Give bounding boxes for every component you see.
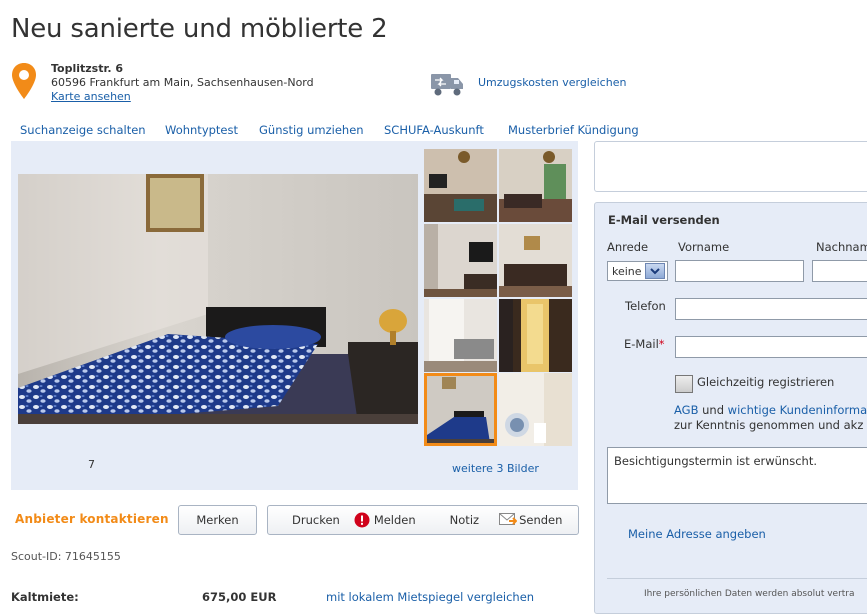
gallery-thumbnail[interactable]	[499, 373, 572, 446]
merken-label: Merken	[196, 513, 239, 527]
nav-link-guenstig-umziehen[interactable]: Günstig umziehen	[259, 123, 384, 137]
location-pin-icon	[12, 63, 36, 99]
required-marker: *	[658, 337, 665, 351]
divider	[607, 578, 867, 579]
nachname-field[interactable]	[812, 260, 867, 282]
nav-link-schufa[interactable]: SCHUFA-Auskunft	[384, 123, 508, 137]
privacy-notice: Ihre persönlichen Daten werden absolut v…	[644, 589, 855, 599]
warning-icon	[354, 512, 370, 528]
moving-truck-icon[interactable]	[430, 70, 464, 98]
anrede-label: Anrede	[607, 240, 649, 254]
sidebar-top-box	[594, 141, 867, 192]
gallery-thumbnail[interactable]	[499, 149, 572, 222]
gallery-thumbnail[interactable]	[424, 299, 497, 372]
rent-index-link[interactable]: mit lokalem Mietspiegel vergleichen	[326, 590, 534, 604]
gallery-thumbnail[interactable]	[499, 299, 572, 372]
vorname-field[interactable]	[675, 260, 804, 282]
gallery-thumbnail[interactable]	[424, 149, 497, 222]
gallery-thumbnail[interactable]	[499, 224, 572, 297]
page-title: Neu sanierte und möblierte 2	[11, 14, 388, 44]
telefon-field[interactable]	[675, 298, 867, 320]
service-nav: Suchanzeige schalten Wohntyptest Günstig u…	[20, 123, 639, 137]
action-button-group: Drucken Melden Notiz Senden	[267, 505, 579, 535]
merken-button[interactable]: Merken	[178, 505, 257, 535]
gallery-thumbnail-selected[interactable]	[424, 373, 497, 446]
vorname-label: Vorname	[678, 240, 730, 254]
register-checkbox[interactable]	[675, 375, 693, 393]
contact-provider-link[interactable]: Anbieter kontaktieren	[15, 512, 169, 526]
send-envelope-icon	[499, 513, 518, 525]
moving-costs-link[interactable]: Umzugskosten vergleichen	[478, 76, 626, 89]
message-textarea[interactable]: Besichtigungstermin ist erwünscht.	[607, 447, 867, 504]
register-label: Gleichzeitig registrieren	[697, 375, 835, 389]
image-counter: 7	[88, 458, 95, 471]
telefon-label: Telefon	[625, 299, 666, 313]
cold-rent-value: 675,00 EUR	[202, 590, 277, 604]
my-address-link[interactable]: Meine Adresse angeben	[628, 527, 766, 541]
agb-link[interactable]: AGB	[674, 403, 698, 417]
nachname-label: Nachnam	[816, 240, 867, 254]
cold-rent-label: Kaltmiete:	[11, 590, 79, 604]
map-link[interactable]: Karte ansehen	[51, 90, 131, 103]
gallery-thumbnail[interactable]	[424, 224, 497, 297]
anrede-value: keine	[612, 264, 642, 278]
main-photo[interactable]	[18, 174, 418, 424]
more-images-link[interactable]: weitere 3 Bilder	[452, 462, 539, 475]
chevron-down-icon	[645, 263, 665, 279]
customer-info-link[interactable]: wichtige Kundeninforma	[728, 403, 867, 417]
senden-button[interactable]: Senden	[519, 513, 562, 527]
anrede-select[interactable]: keine	[607, 261, 668, 281]
drucken-button[interactable]: Drucken	[292, 513, 340, 527]
form-title: E-Mail versenden	[608, 213, 720, 227]
email-label: E-Mail*	[624, 337, 665, 351]
nav-link-wohntyptest[interactable]: Wohntyptest	[165, 123, 259, 137]
address-city: 60596 Frankfurt am Main, Sachsenhausen-N…	[51, 76, 314, 89]
nav-link-musterbrief[interactable]: Musterbrief Kündigung	[508, 123, 639, 137]
melden-button[interactable]: Melden	[374, 513, 416, 527]
nav-link-suchanzeige[interactable]: Suchanzeige schalten	[20, 123, 165, 137]
agb-notice: AGB und wichtige Kundeninforma zur Kennt…	[674, 403, 867, 432]
notiz-button[interactable]: Notiz	[450, 513, 479, 527]
scout-id: Scout-ID: 71645155	[11, 550, 121, 563]
email-field[interactable]	[675, 336, 867, 358]
address-street: Toplitzstr. 6	[51, 62, 123, 75]
